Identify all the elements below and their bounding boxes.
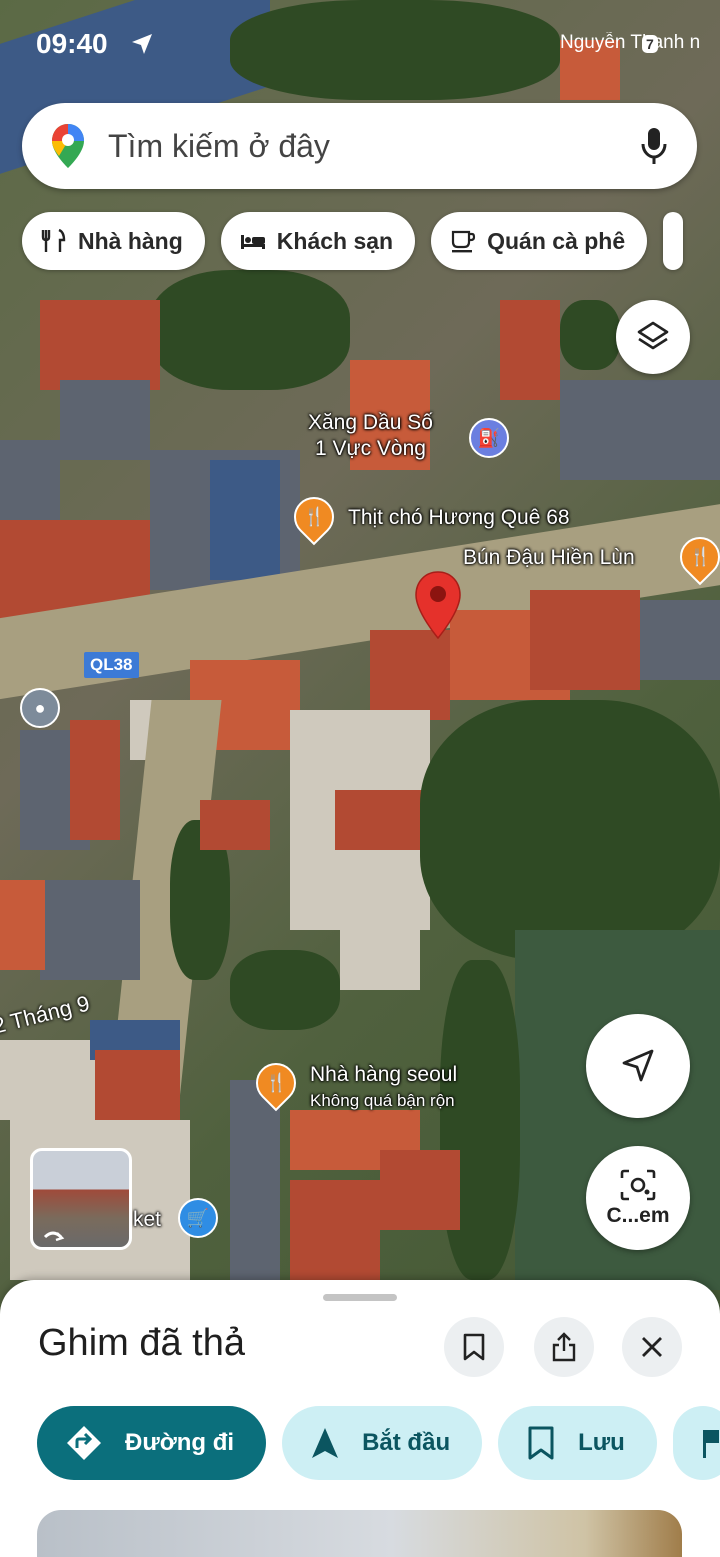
map-trees [420,700,720,960]
category-chips: Nhà hàng Khách sạn Quán cà phê [22,212,684,270]
camera-search-button[interactable]: C...em [586,1146,690,1250]
place-label-market[interactable]: ket [133,1207,161,1233]
map-trees [230,0,560,100]
location-marker-icon[interactable]: ● [20,688,60,728]
map-building [500,300,560,400]
close-button[interactable] [622,1317,682,1377]
microphone-icon[interactable] [639,126,669,166]
place-bottom-sheet[interactable]: Ghim đã thả Đường đi Bắt đầu Lưu [0,1280,720,1557]
map-building [230,1080,280,1280]
road-name-label: 2 Tháng 9 [0,990,93,1039]
navigation-arrow-icon [622,1049,654,1082]
layers-button[interactable] [616,300,690,374]
status-carrier-text: Nguyễn Thanh n [560,32,701,53]
sheet-drag-handle[interactable] [323,1294,397,1301]
map-building [0,1040,95,1120]
map-building [40,880,140,980]
directions-icon [67,1426,101,1460]
my-location-button[interactable] [586,1014,690,1118]
road-shield-ql38: QL38 [84,652,139,678]
action-label: Đường đi [125,1429,235,1456]
street-view-thumbnail[interactable] [30,1148,132,1250]
map-trees [150,270,350,390]
directions-button[interactable]: Đường đi [37,1406,267,1480]
place-busyness: Không quá bận rộn [310,1091,455,1110]
map-building [340,920,420,990]
map-trees [440,960,520,1280]
place-name: Xăng Dầu Số [308,411,433,434]
action-label: Bắt đầu [362,1429,451,1456]
camera-search-label: C...em [606,1204,670,1227]
map-building [640,600,720,680]
place-label-thit-cho[interactable]: Thịt chó Hương Quê 68 [348,505,570,531]
place-label-nha-hang-seoul[interactable]: Nhà hàng seoul Không quá bận rộn [310,1062,457,1114]
map-building [530,590,640,690]
save-button[interactable] [444,1317,504,1377]
map-building [60,380,150,460]
bookmark-icon [463,1333,485,1361]
status-right: Nguyễn Thanh n [560,32,720,54]
share-button[interactable] [534,1317,594,1377]
map-building [200,800,270,850]
map-building [380,1150,460,1230]
gas-station-icon[interactable]: ⛽ [469,418,509,458]
status-time: 09:40 [36,28,108,59]
street-view-rotate-icon [43,1231,65,1242]
place-name-line2: 1 Vực Vòng [314,437,426,460]
map-building [370,630,450,720]
map-trees [560,300,620,370]
shopping-cart-icon[interactable]: 🛒 [178,1198,218,1238]
close-icon [642,1337,662,1357]
coffee-icon [452,230,476,253]
search-bar[interactable]: Tìm kiếm ở đây [22,103,697,189]
camera-search-icon [620,1169,656,1201]
chip-restaurants[interactable]: Nhà hàng [22,212,205,270]
dropped-pin-icon[interactable] [414,570,462,640]
place-label-bun-dau[interactable]: Bún Đậu Hiền Lùn [463,545,635,571]
place-name: Nhà hàng seoul [310,1063,458,1086]
map-building [210,460,280,580]
map-building [290,1180,380,1280]
map-building [560,380,720,480]
chip-label: Khách sạn [276,227,394,254]
chip-label: Quán cà phê [487,227,626,254]
navigation-arrow-icon [312,1428,339,1458]
more-actions-button[interactable] [672,1406,720,1480]
map-building [95,1050,180,1130]
location-arrow-icon [132,34,152,54]
map-building [0,440,60,520]
hotel-icon [240,235,265,249]
bookmark-icon [528,1426,554,1460]
flag-icon [702,1430,719,1458]
restaurant-icon [41,228,66,252]
map-building [70,720,120,840]
place-label-gas-station[interactable]: Xăng Dầu Số 1 Vực Vòng [308,410,433,462]
map-building [40,300,160,390]
chip-coffee[interactable]: Quán cà phê [431,212,648,270]
search-input[interactable]: Tìm kiếm ở đây [108,128,639,165]
chip-hotels[interactable]: Khách sạn [220,212,416,270]
start-button[interactable]: Bắt đầu [282,1406,483,1480]
place-photo-preview[interactable] [37,1510,682,1557]
share-icon [552,1332,576,1362]
chip-label: Nhà hàng [78,227,183,254]
save-action-button[interactable]: Lưu [498,1406,657,1480]
battery-icon: 7 [642,35,658,53]
google-maps-logo-icon [52,124,84,168]
map-building [335,790,425,850]
action-label: Lưu [578,1429,625,1456]
chip-more[interactable] [663,212,684,270]
map-trees [230,950,340,1030]
map-building [0,880,45,970]
sheet-title: Ghim đã thả [38,1322,245,1364]
layers-icon [637,321,669,350]
action-buttons-row: Đường đi Bắt đầu Lưu [37,1406,720,1480]
